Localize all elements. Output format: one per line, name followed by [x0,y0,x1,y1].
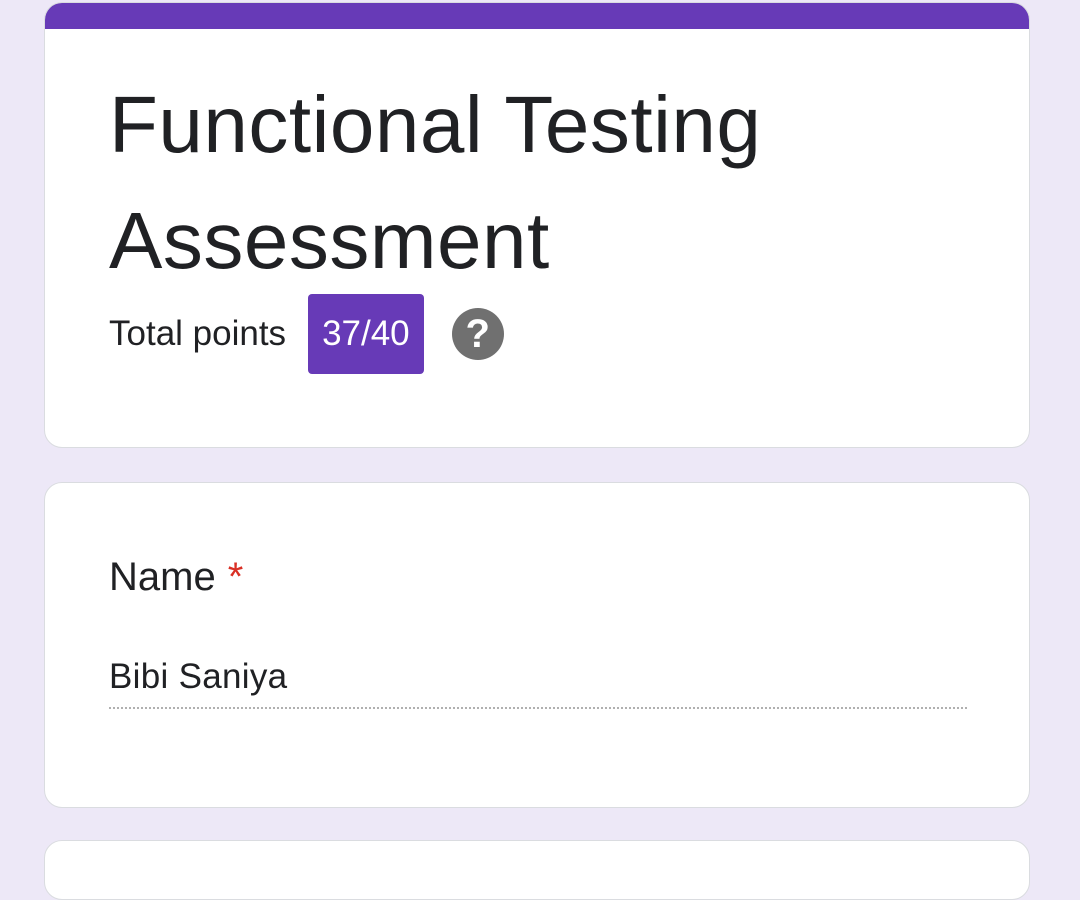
answer-field: Bibi Saniya [109,657,967,709]
help-circle-icon[interactable]: ? [451,308,504,360]
total-points-label: Total points [109,314,287,353]
score-row: Total points 37/40 ? [109,293,504,375]
next-question-card [44,840,1030,900]
accent-band [45,3,1029,29]
answer-value: Bibi Saniya [109,657,288,696]
score-badge: 37/40 [308,294,424,374]
question-label: Name [109,555,216,599]
question-card-name: Name * Bibi Saniya [44,482,1030,808]
form-header-card: Functional Testing Assessment Total poin… [44,2,1030,448]
form-title: Functional Testing Assessment [109,80,762,285]
question-title: Name * [109,555,243,600]
required-asterisk: * [227,555,244,599]
